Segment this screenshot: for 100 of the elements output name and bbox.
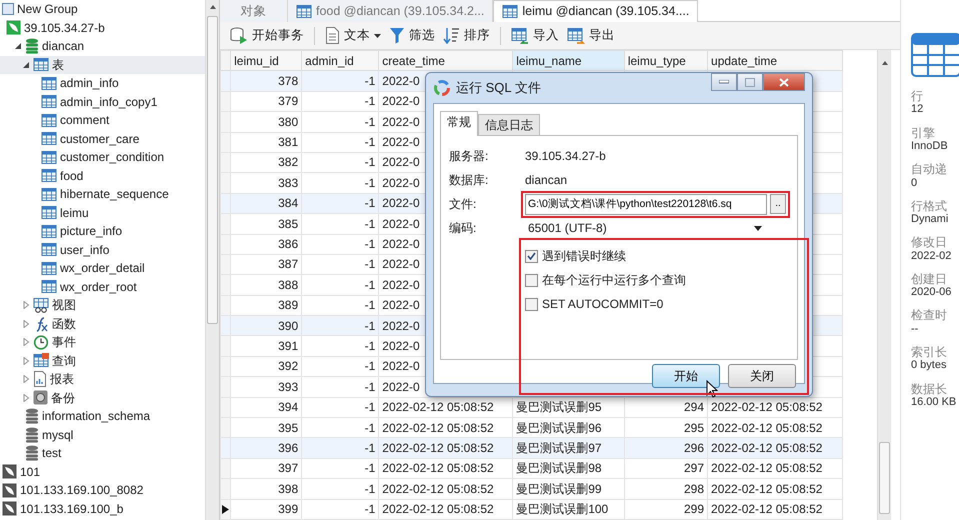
table-cell: 394 xyxy=(230,397,302,418)
checkbox[interactable] xyxy=(525,298,538,311)
checkbox[interactable] xyxy=(525,250,538,263)
tree-item[interactable]: admin_info_copy1 xyxy=(0,92,205,111)
scroll-thumb[interactable] xyxy=(879,442,890,514)
tree-item[interactable]: wx_order_detail xyxy=(0,259,205,278)
field-value: diancan xyxy=(525,173,568,188)
close-button[interactable] xyxy=(763,73,805,91)
toolbar-button[interactable]: 导入 xyxy=(507,25,563,46)
tree-item[interactable]: 101 xyxy=(0,462,205,481)
tree-item[interactable]: test xyxy=(0,444,205,462)
tree-item[interactable]: information_schema xyxy=(0,407,205,426)
tree-item[interactable]: leimu xyxy=(0,204,205,222)
tab[interactable]: food @diancan (39.105.34.2... xyxy=(288,0,494,22)
property-value: 2022-02 xyxy=(911,250,952,263)
table-icon xyxy=(41,186,57,202)
tab[interactable]: 对象 xyxy=(220,0,288,22)
checkbox[interactable] xyxy=(525,274,538,287)
column-header[interactable]: leimu_name xyxy=(512,50,624,71)
row-header[interactable] xyxy=(220,499,231,520)
table-cell: -1 xyxy=(302,274,379,296)
scrollbar[interactable] xyxy=(877,50,891,520)
dialog-button[interactable]: 关闭 xyxy=(728,364,796,388)
table-cell: -1 xyxy=(302,376,379,398)
table-cell: -1 xyxy=(302,70,379,92)
caret-icon xyxy=(374,34,381,38)
cursor-icon xyxy=(706,380,718,398)
table-cell: -1 xyxy=(302,458,379,479)
checkbox-label: SET AUTOCOMMIT=0 xyxy=(542,297,664,312)
toolbar-button[interactable]: 文本 xyxy=(321,25,385,46)
tree-item[interactable]: 表 xyxy=(0,56,205,74)
scroll-thumb[interactable] xyxy=(207,16,218,324)
table-cell: 2022-02-12 05:08:52 xyxy=(708,438,842,458)
dialog-button[interactable]: 开始 xyxy=(652,364,720,388)
table-cell: -1 xyxy=(302,193,379,214)
maximize-button[interactable] xyxy=(737,73,763,91)
tree-item[interactable]: 101.133.169.100_b xyxy=(0,500,205,518)
toolbar-button[interactable]: 排序 xyxy=(439,25,494,46)
table-cell: 397 xyxy=(230,458,302,479)
tree-item[interactable]: mysql xyxy=(0,426,205,444)
tree-item[interactable]: picture_info xyxy=(0,222,205,240)
database-run-icon xyxy=(230,27,248,44)
table-icon xyxy=(296,4,312,18)
column-header[interactable]: create_time xyxy=(378,50,513,71)
tree-item[interactable]: 函数 xyxy=(0,314,205,333)
tab[interactable]: 常规 xyxy=(440,111,478,136)
tree-item[interactable]: 备份 xyxy=(0,388,205,407)
tables-icon xyxy=(33,57,49,72)
table-icon xyxy=(41,205,57,220)
document-icon xyxy=(325,27,340,44)
tree-item[interactable]: wx_order_root xyxy=(0,278,205,296)
table-cell: 386 xyxy=(230,234,302,254)
tree-item[interactable]: comment xyxy=(0,111,205,130)
tree-item[interactable]: 事件 xyxy=(0,333,205,352)
table-cell: -1 xyxy=(302,336,379,356)
encoding-dropdown[interactable]: 65001 (UTF-8) xyxy=(525,218,765,239)
property-label: 数据长 xyxy=(911,382,948,396)
tree-item[interactable]: customer_care xyxy=(0,130,205,148)
toolbar-button[interactable]: 筛选 xyxy=(385,25,439,46)
tree-item[interactable]: 报表 xyxy=(0,370,205,388)
file-path-field[interactable]: G:\0测试文档\课件\python\test220128\t6.sq xyxy=(525,194,767,215)
table-cell: -1 xyxy=(302,397,379,418)
table-cell: 298 xyxy=(624,478,708,500)
tree-item[interactable]: 视图 xyxy=(0,296,205,314)
table-cell: 曼巴测试误删99 xyxy=(512,478,624,500)
field-value: 39.105.34.27-b xyxy=(525,149,606,164)
tab[interactable]: 信息日志 xyxy=(478,114,540,136)
property-value: 2020-06 xyxy=(911,286,952,300)
browse-button[interactable]: .. xyxy=(770,194,786,214)
column-header[interactable]: update_time xyxy=(708,50,842,71)
scrollbar[interactable] xyxy=(205,0,219,520)
tree-item[interactable]: 查询 xyxy=(0,352,205,370)
column-header[interactable]: admin_id xyxy=(302,50,379,71)
minimize-button[interactable] xyxy=(711,73,737,91)
toolbar-button[interactable]: 导出 xyxy=(563,25,619,46)
tree-item[interactable]: user_info xyxy=(0,240,205,259)
table-cell: -1 xyxy=(302,91,379,112)
table-icon xyxy=(41,94,57,110)
tree-item[interactable]: customer_condition xyxy=(0,148,205,166)
tree-item[interactable]: 39.105.34.27-b xyxy=(0,18,205,37)
column-header[interactable]: leimu_id xyxy=(230,50,302,71)
tree-item[interactable]: admin_info xyxy=(0,74,205,92)
table-cell: 396 xyxy=(230,438,302,458)
toolbar-button[interactable]: 开始事务 xyxy=(226,25,308,46)
tab[interactable]: leimu @diancan (39.105.34.... xyxy=(493,0,698,22)
table-cell: -1 xyxy=(302,438,379,458)
tree-item[interactable]: food xyxy=(0,166,205,185)
close-icon xyxy=(779,78,789,86)
property-label: 引擎 xyxy=(911,126,936,140)
tree-item[interactable]: New Group xyxy=(0,0,205,18)
tree-item[interactable]: hibernate_sequence xyxy=(0,185,205,204)
filter-icon xyxy=(389,27,405,44)
tree-item[interactable]: 101.133.169.100_8082 xyxy=(0,481,205,500)
table-cell: 398 xyxy=(230,478,302,500)
column-header[interactable]: leimu_type xyxy=(624,50,708,71)
property-value: 16.00 KB xyxy=(911,396,958,410)
tree-item[interactable]: diancan xyxy=(0,37,205,56)
table-cell: 383 xyxy=(230,172,302,194)
table-icon xyxy=(41,76,57,91)
dropdown-arrow-icon xyxy=(754,226,762,231)
